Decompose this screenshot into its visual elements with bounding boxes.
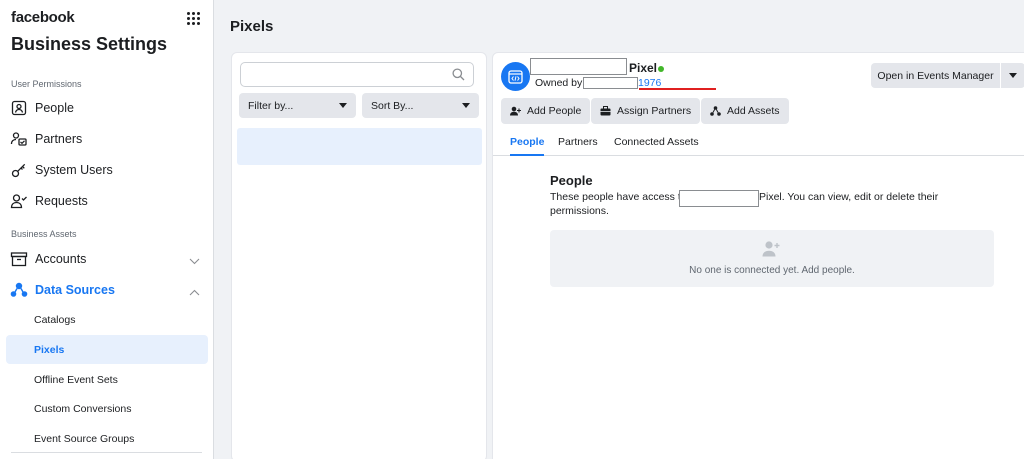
add-person-icon xyxy=(510,106,521,116)
search-box[interactable] xyxy=(240,62,474,87)
open-in-events-manager-button[interactable]: Open in Events Manager xyxy=(871,63,1000,88)
caret-down-icon xyxy=(1009,73,1017,78)
pixel-detail-panel: Pixel Owned by: 1976 Open in Events Mana… xyxy=(492,52,1024,459)
sidebar-item-label: Accounts xyxy=(35,252,87,266)
owned-by-label: Owned by: xyxy=(535,77,586,89)
filter-dropdown[interactable]: Filter by... xyxy=(239,93,356,118)
sidebar-subitem-catalogs[interactable]: Catalogs xyxy=(6,305,208,334)
tab-partners[interactable]: Partners xyxy=(558,136,598,156)
redacted-owner-name xyxy=(583,77,638,89)
empty-state-box: No one is connected yet. Add people. xyxy=(550,230,994,287)
pixel-list-panel: Filter by... Sort By... xyxy=(231,52,487,459)
people-section-heading: People xyxy=(550,173,593,188)
sidebar-item-label: System Users xyxy=(35,163,113,177)
briefcase-icon xyxy=(600,106,611,116)
archive-box-icon xyxy=(10,250,28,268)
list-item[interactable] xyxy=(237,128,482,165)
sidebar-item-label: Data Sources xyxy=(35,283,115,297)
assign-partners-label: Assign Partners xyxy=(617,105,692,117)
tab-people[interactable]: People xyxy=(510,136,545,156)
sidebar-divider xyxy=(11,452,202,453)
app-title: Business Settings xyxy=(11,34,168,54)
chevron-down-icon[interactable] xyxy=(189,254,200,268)
person-check-icon xyxy=(10,192,28,210)
redacted-pixel-name-inline xyxy=(679,190,759,207)
page-title: Pixels xyxy=(230,18,274,35)
sidebar-item-people[interactable]: People xyxy=(6,94,208,122)
sidebar: facebook Business Settings User Permissi… xyxy=(0,0,214,459)
data-sources-icon xyxy=(10,281,28,299)
sidebar-item-partners[interactable]: Partners xyxy=(6,125,208,153)
assets-icon xyxy=(710,106,721,116)
sidebar-subitem-pixels[interactable]: Pixels xyxy=(6,335,208,364)
sidebar-subitem-offline-event-sets[interactable]: Offline Event Sets xyxy=(6,365,208,394)
events-manager-more-button[interactable] xyxy=(1001,63,1024,88)
add-person-icon xyxy=(762,240,780,260)
sidebar-item-system-users[interactable]: System Users xyxy=(6,156,208,184)
partners-icon xyxy=(10,130,28,148)
sidebar-item-label: Partners xyxy=(35,132,83,146)
sidebar-item-label: People xyxy=(35,101,74,115)
apps-grid-icon[interactable] xyxy=(187,12,200,25)
assign-partners-button[interactable]: Assign Partners xyxy=(591,98,701,124)
add-people-label: Add People xyxy=(527,105,582,117)
pixel-code-icon xyxy=(501,62,530,91)
add-assets-label: Add Assets xyxy=(727,105,780,117)
add-people-button[interactable]: Add People xyxy=(501,98,591,124)
status-active-icon xyxy=(658,66,664,72)
key-icon xyxy=(10,161,28,179)
tab-connected-assets[interactable]: Connected Assets xyxy=(614,136,699,156)
sidebar-subitem-custom-conversions[interactable]: Custom Conversions xyxy=(6,394,208,423)
sort-dropdown-label: Sort By... xyxy=(371,99,414,112)
sidebar-item-requests[interactable]: Requests xyxy=(6,187,208,215)
annotation-underline xyxy=(639,88,716,90)
search-input[interactable] xyxy=(247,63,447,85)
filter-dropdown-label: Filter by... xyxy=(248,99,294,112)
sidebar-item-label: Requests xyxy=(35,194,88,208)
sidebar-item-data-sources[interactable]: Data Sources xyxy=(6,276,208,304)
people-description-middle: Pixel. You can view, edit or delete thei… xyxy=(759,191,939,203)
people-description-start: These people have access to xyxy=(550,191,687,203)
people-icon xyxy=(10,99,28,117)
chevron-up-icon[interactable] xyxy=(189,285,200,299)
caret-down-icon xyxy=(462,103,470,108)
pixel-label: Pixel xyxy=(629,61,658,75)
redacted-pixel-name xyxy=(530,58,627,75)
sort-dropdown[interactable]: Sort By... xyxy=(362,93,479,118)
people-description-end: permissions. xyxy=(550,205,609,217)
detail-tabs: People Partners Connected Assets xyxy=(493,131,1024,156)
section-label-user-permissions: User Permissions xyxy=(11,79,82,89)
sidebar-item-accounts[interactable]: Accounts xyxy=(6,245,208,273)
section-label-business-assets: Business Assets xyxy=(11,229,77,239)
facebook-logo[interactable]: facebook xyxy=(11,9,75,26)
caret-down-icon xyxy=(339,103,347,108)
empty-state-message: No one is connected yet. Add people. xyxy=(689,265,855,276)
add-assets-button[interactable]: Add Assets xyxy=(701,98,789,124)
sidebar-subitem-event-source-groups[interactable]: Event Source Groups xyxy=(6,424,208,453)
search-icon[interactable] xyxy=(452,68,465,84)
